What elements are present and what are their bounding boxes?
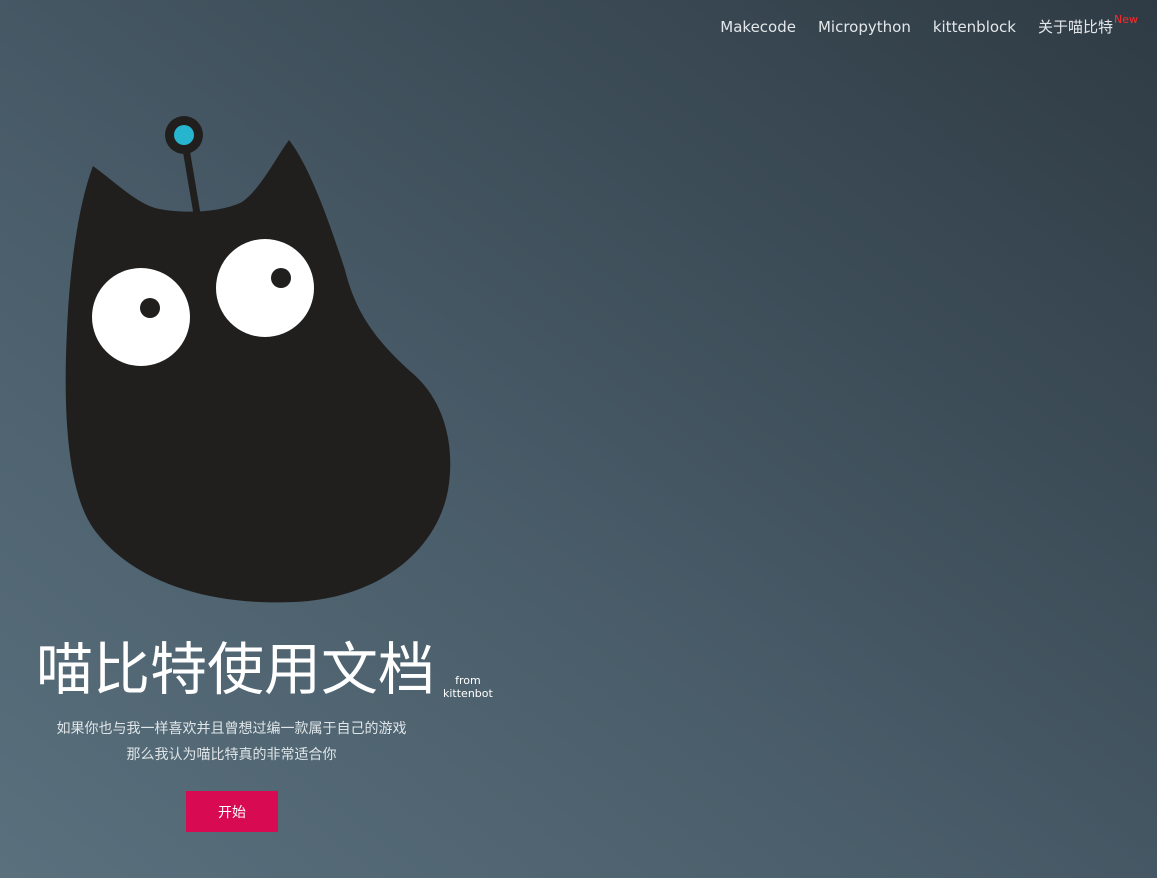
new-badge: New [1114, 13, 1138, 26]
hero-title-block: 喵比特使用文档 from kittenbot [36, 636, 493, 704]
nav-about-label: 关于喵比特 [1037, 18, 1113, 36]
nav-about-link[interactable]: 关于喵比特New [1037, 13, 1138, 39]
right-eye-white [216, 239, 314, 337]
left-eye-pupil [140, 298, 160, 318]
page-title: 喵比特使用文档 [36, 637, 435, 703]
nav-kittenblock-link[interactable]: kittenblock [933, 17, 1016, 37]
kitten-robot-logo-icon [65, 116, 451, 603]
nav-micropython-link[interactable]: Micropython [818, 17, 911, 37]
kittenbot-text: kittenbot [443, 687, 493, 700]
antenna-tip-inner [174, 125, 194, 145]
from-text: from [455, 674, 481, 687]
top-nav: Makecode Micropython kittenblock 关于喵比特Ne… [698, 13, 1138, 39]
hero-from-label: from kittenbot [443, 674, 493, 700]
subtitle-line-1: 如果你也与我一样喜欢并且曾想过编一款属于自己的游戏 [56, 721, 407, 737]
kitten-body [65, 140, 451, 603]
subtitle-line-2: 那么我认为喵比特真的非常适合你 [126, 747, 337, 763]
hero-subtitle: 如果你也与我一样喜欢并且曾想过编一款属于自己的游戏 那么我认为喵比特真的非常适合… [30, 716, 433, 768]
right-eye-pupil [271, 268, 291, 288]
left-eye-white [92, 268, 190, 366]
start-button[interactable]: 开始 [186, 791, 278, 832]
nav-makecode-link[interactable]: Makecode [720, 17, 796, 37]
